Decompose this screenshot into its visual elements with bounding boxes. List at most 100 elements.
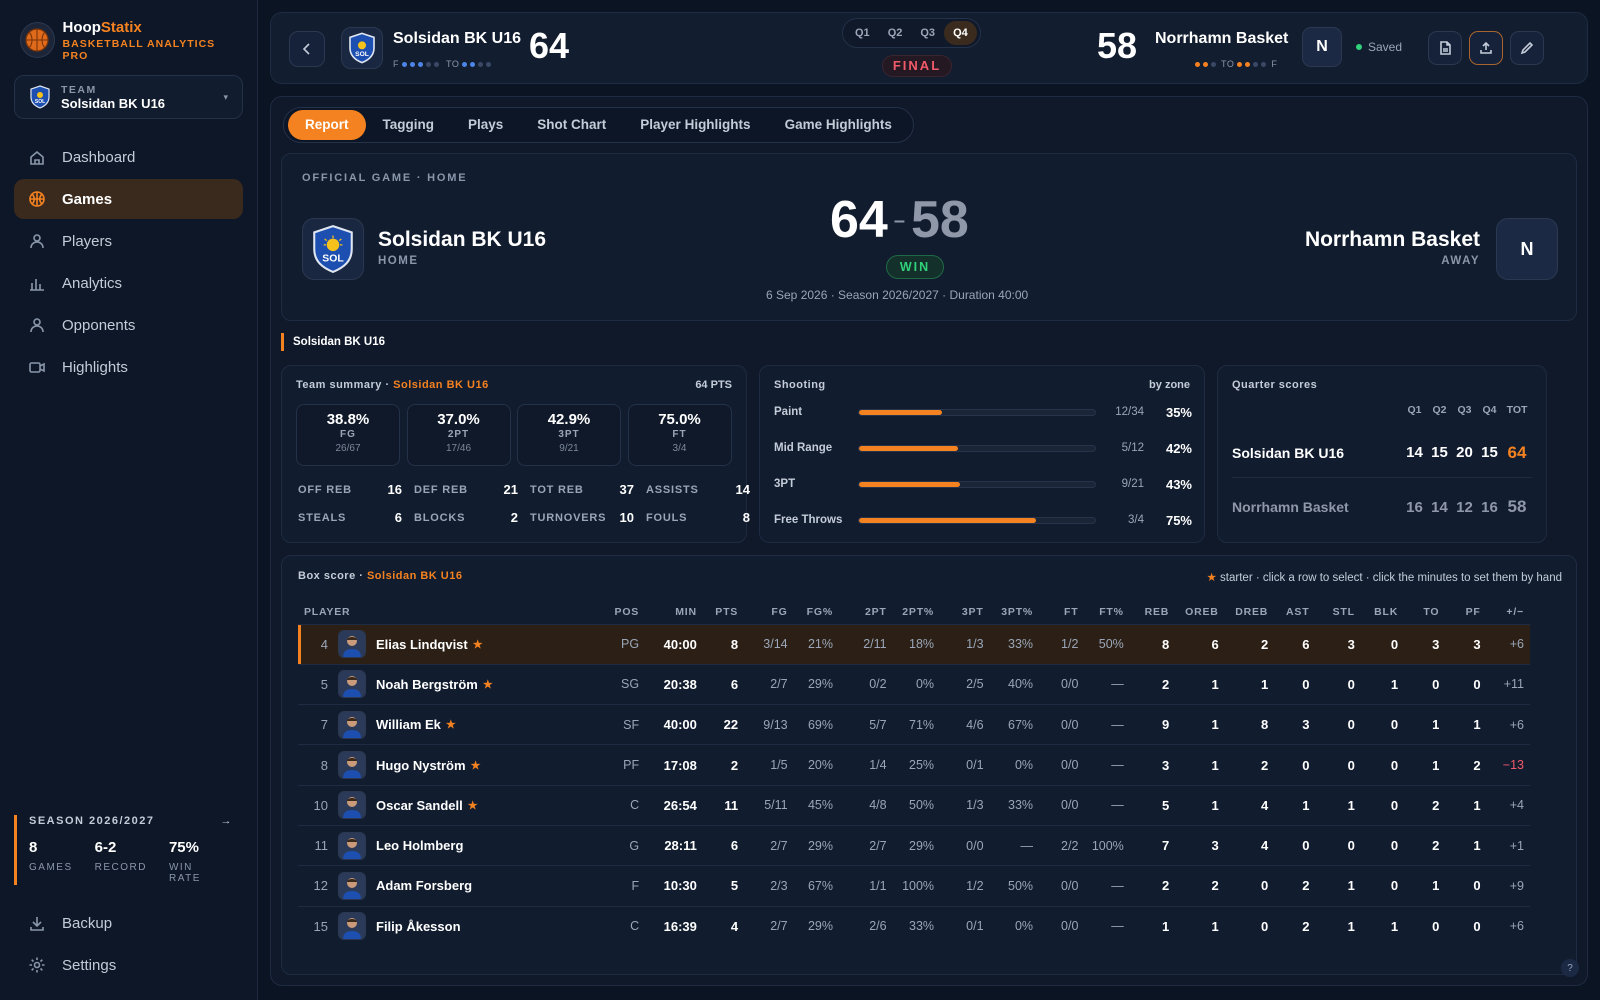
table-row[interactable]: 12 Adam Forsberg F 10:30 5 2/3 67% 1/1 100% 1/2 50… bbox=[298, 865, 1530, 907]
cell-min[interactable]: 40:00 bbox=[645, 704, 703, 745]
cell-reb: 9 bbox=[1129, 704, 1176, 745]
player-cell[interactable]: 4 Elias Lindqvist ★ bbox=[298, 623, 608, 665]
cell-min[interactable]: 28:11 bbox=[645, 824, 703, 866]
zone-pct: 43% bbox=[1165, 476, 1192, 492]
nav-item-backup[interactable]: Backup bbox=[14, 903, 243, 943]
stat-blocks: BLOCKS 2 bbox=[414, 510, 518, 525]
arrow-right-icon[interactable]: → bbox=[221, 815, 234, 827]
column-header: REB bbox=[1144, 605, 1170, 618]
table-row[interactable]: 4 Elias Lindqvist ★ PG 40:00 8 3/14 21% 2/11 18% 1… bbox=[298, 623, 1530, 665]
cell-fgp: 29% bbox=[793, 905, 839, 947]
quarter-tab-q1[interactable]: Q1 bbox=[846, 21, 879, 45]
edit-button[interactable] bbox=[1510, 31, 1544, 65]
help-button[interactable]: ? bbox=[1561, 959, 1579, 977]
quarter-tab-q3[interactable]: Q3 bbox=[911, 21, 944, 45]
cell-min[interactable]: 20:38 bbox=[645, 663, 703, 705]
nav-item-games[interactable]: Games bbox=[14, 179, 243, 219]
player-name: Adam Forsberg bbox=[376, 878, 473, 894]
tab-player-highlights[interactable]: Player Highlights bbox=[623, 110, 767, 140]
tab-shot-chart[interactable]: Shot Chart bbox=[520, 110, 623, 140]
report-document-button[interactable] bbox=[1428, 31, 1462, 65]
player-cell[interactable]: 8 Hugo Nyström ★ bbox=[298, 744, 608, 786]
team-selector[interactable]: SOL TEAM Solsidan BK U16 ▾ bbox=[14, 75, 243, 119]
pct-box-2pt: 37.0% 2PT 17/46 bbox=[406, 404, 511, 466]
home-fouls-timeouts: F TO bbox=[393, 59, 492, 69]
zone-label: 3PT bbox=[774, 478, 796, 490]
cell-min[interactable]: 26:54 bbox=[645, 784, 703, 826]
table-row[interactable]: 15 Filip Åkesson C 16:39 4 2/7 29% 2/6 33% 0/1 0% 0… bbox=[298, 905, 1530, 947]
tab-report[interactable]: Report bbox=[288, 110, 366, 140]
column-header: 2PT% bbox=[902, 605, 935, 618]
cell-p2: 4/8 bbox=[838, 784, 893, 826]
cell-pts: 22 bbox=[702, 704, 745, 745]
player-cell[interactable]: 5 Noah Bergström ★ bbox=[298, 663, 608, 705]
table-row[interactable]: 11 Leo Holmberg G 28:11 6 2/7 29% 2/7 29% 0/0—2/2… bbox=[298, 824, 1530, 866]
pct-value: 37.0% bbox=[437, 411, 480, 428]
table-row[interactable]: 10 Oscar Sandell ★ C 26:54 11 5/11 45% 4/8 50% 1/3… bbox=[298, 784, 1530, 826]
column-header: DREB bbox=[1235, 605, 1269, 618]
player-cell[interactable]: 7 William Ek ★ bbox=[298, 704, 608, 745]
nav-item-players[interactable]: Players bbox=[14, 221, 243, 261]
back-button[interactable] bbox=[289, 31, 325, 67]
cell-ftp: — bbox=[1084, 865, 1130, 907]
cell-fgp: 69% bbox=[793, 704, 839, 745]
season-label: SEASON 2026/2027 bbox=[29, 815, 155, 827]
tab-tagging[interactable]: Tagging bbox=[366, 110, 452, 140]
tab-game-highlights[interactable]: Game Highlights bbox=[768, 110, 909, 140]
team-summary-card: Team summary · Solsidan BK U16 64 PTS 38… bbox=[281, 365, 750, 543]
cell-min[interactable]: 17:08 bbox=[645, 744, 703, 786]
brand[interactable]: HoopStatix BASKETBALL ANALYTICS PRO bbox=[0, 0, 257, 62]
table-row[interactable]: 8 Hugo Nyström ★ PF 17:08 2 1/5 20% 1/4 25% 0/1 0% 0… bbox=[298, 744, 1530, 786]
cell-min[interactable]: 40:00 bbox=[645, 623, 703, 665]
cell-p2: 1/1 bbox=[838, 865, 893, 907]
box-score-hint: ★ starter · click a row to select · clic… bbox=[1206, 572, 1562, 584]
stat-value: 2 bbox=[510, 510, 518, 525]
player-cell[interactable]: 10 Oscar Sandell ★ bbox=[298, 784, 608, 826]
nav-item-dashboard[interactable]: Dashboard bbox=[14, 137, 243, 177]
tab-plays[interactable]: Plays bbox=[451, 110, 520, 140]
nav-item-label: Dashboard bbox=[62, 148, 136, 166]
player-avatar bbox=[338, 791, 366, 820]
season-record-label: RECORD bbox=[94, 862, 147, 873]
quarter-score: 15 bbox=[1431, 444, 1448, 461]
stat-assists: ASSISTS 14 bbox=[646, 482, 750, 497]
stat-key: STEALS bbox=[298, 511, 347, 524]
quarter-header: TOT bbox=[1506, 404, 1528, 416]
nav-item-highlights[interactable]: Highlights bbox=[14, 347, 243, 387]
quarter-tab-q2[interactable]: Q2 bbox=[879, 21, 912, 45]
cell-ast: 2 bbox=[1274, 865, 1316, 907]
cell-ft: 0/0 bbox=[1039, 704, 1085, 745]
cell-ft: 0/0 bbox=[1039, 663, 1085, 705]
table-row[interactable]: 7 William Ek ★ SF 40:00 22 9/13 69% 5/7 71% 4/6 67%… bbox=[298, 704, 1530, 745]
cell-stl: 3 bbox=[1315, 623, 1361, 665]
cell-ft: 2/2 bbox=[1039, 824, 1085, 866]
nav-item-opponents[interactable]: Opponents bbox=[14, 305, 243, 345]
cell-pts: 5 bbox=[702, 865, 745, 907]
season-summary[interactable]: SEASON 2026/2027 → 8 GAMES 6-2 RECORD 75% WI… bbox=[14, 815, 243, 885]
player-cell[interactable]: 11 Leo Holmberg bbox=[298, 824, 608, 866]
cell-min[interactable]: 10:30 bbox=[645, 865, 703, 907]
cell-pts: 4 bbox=[702, 905, 745, 947]
player-cell[interactable]: 12 Adam Forsberg bbox=[298, 865, 608, 907]
cell-p2p: 0% bbox=[892, 663, 941, 705]
quarter-tab-q4[interactable]: Q4 bbox=[944, 21, 977, 45]
fouls-label: F bbox=[393, 59, 399, 69]
cell-p2: 1/4 bbox=[838, 744, 893, 786]
zone-pct: 42% bbox=[1165, 440, 1192, 456]
away-team-badge: N bbox=[1496, 218, 1558, 280]
table-row[interactable]: 5 Noah Bergström ★ SG 20:38 6 2/7 29% 0/2 0% 2/5 40… bbox=[298, 663, 1530, 705]
video-icon bbox=[29, 362, 45, 373]
zone-bar-fill bbox=[859, 517, 1036, 523]
player-cell[interactable]: 15 Filip Åkesson bbox=[298, 905, 608, 947]
cell-min[interactable]: 16:39 bbox=[645, 905, 703, 947]
export-button[interactable] bbox=[1469, 31, 1503, 65]
cell-stl: 1 bbox=[1315, 865, 1361, 907]
cell-dreb: 0 bbox=[1224, 905, 1275, 947]
cell-reb: 3 bbox=[1129, 744, 1176, 786]
cell-reb: 8 bbox=[1129, 623, 1176, 665]
nav-item-analytics[interactable]: Analytics bbox=[14, 263, 243, 303]
starter-star-icon: ★ bbox=[472, 638, 483, 651]
nav-item-settings[interactable]: Settings bbox=[14, 945, 243, 985]
cell-ast: 6 bbox=[1274, 623, 1316, 665]
cell-ftp: 50% bbox=[1084, 623, 1130, 665]
